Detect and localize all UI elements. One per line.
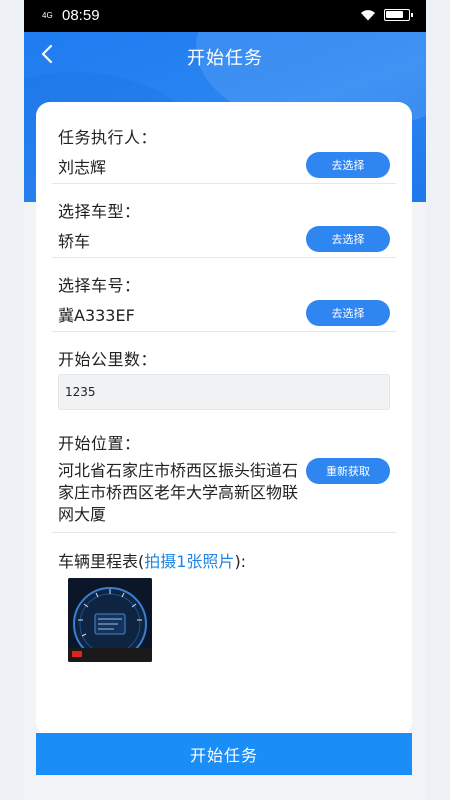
- phone-screen: 4G 08:59 开始任务 任务执行人： 刘志辉 去选择 选择车型： 轿车 去选…: [24, 0, 426, 800]
- divider: [52, 183, 396, 184]
- status-bar: 4G 08:59: [24, 0, 426, 32]
- odometer-label-suffix: ):: [234, 552, 247, 571]
- divider: [52, 532, 396, 533]
- page-title: 开始任务: [187, 48, 263, 69]
- divider: [52, 257, 396, 258]
- battery-level: [386, 11, 403, 18]
- odometer-photo-image: [68, 578, 152, 662]
- vehicle-number-label: 选择车号：: [58, 276, 141, 295]
- executor-label: 任务执行人：: [58, 128, 158, 147]
- divider: [52, 331, 396, 332]
- start-mileage-input[interactable]: 1235: [58, 374, 390, 410]
- take-photo-link[interactable]: 拍摄1张照片: [144, 552, 234, 571]
- odometer-label-prefix: 车辆里程表(: [58, 552, 145, 571]
- wifi-icon: [361, 10, 375, 21]
- start-mileage-label: 开始公里数：: [58, 350, 158, 369]
- select-vehicle-number-button[interactable]: 去选择: [306, 300, 390, 326]
- start-mileage-row: 开始公里数：: [58, 346, 390, 370]
- odometer-photo-thumbnail[interactable]: [68, 578, 152, 662]
- clock: 08:59: [62, 7, 100, 24]
- status-right: [360, 9, 413, 21]
- refresh-location-button[interactable]: 重新获取: [306, 458, 390, 484]
- task-form-card: 任务执行人： 刘志辉 去选择 选择车型： 轿车 去选择 选择车号： 冀A333E…: [36, 102, 412, 736]
- select-vehicle-type-button[interactable]: 去选择: [306, 226, 390, 252]
- start-location-label: 开始位置：: [58, 434, 141, 453]
- start-task-button[interactable]: 开始任务: [36, 733, 412, 775]
- status-left: 4G 08:59: [42, 7, 100, 24]
- battery-icon: [384, 9, 413, 21]
- odometer-row: 车辆里程表(拍摄1张照片):: [58, 548, 390, 572]
- start-location-address: 河北省石家庄市桥西区振头街道石家庄市桥西区老年大学高新区物联网大厦: [58, 461, 299, 524]
- network-indicator: 4G: [42, 10, 53, 20]
- select-executor-button[interactable]: 去选择: [306, 152, 390, 178]
- odometer-label: 车辆里程表(拍摄1张照片):: [58, 548, 390, 572]
- vehicle-type-label: 选择车型：: [58, 202, 141, 221]
